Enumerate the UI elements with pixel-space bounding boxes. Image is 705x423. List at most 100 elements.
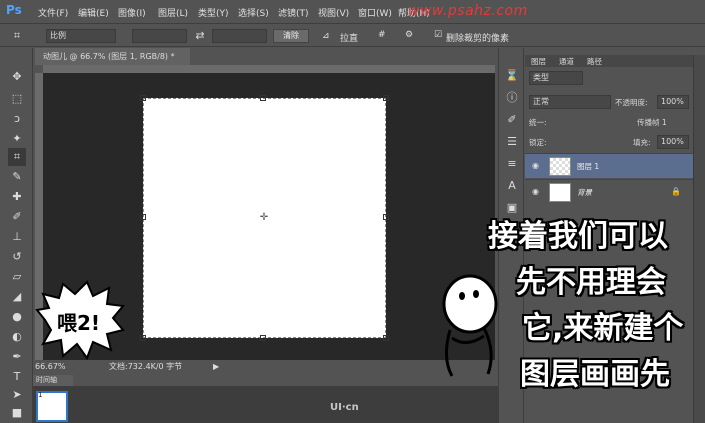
menu-edit[interactable]: 编辑(E) <box>78 6 109 19</box>
crop-handle-left[interactable] <box>140 214 146 220</box>
opacity-field[interactable]: 100% <box>657 95 689 109</box>
crop-center-icon: ✛ <box>259 212 269 223</box>
menu-window[interactable]: 窗口(W) <box>358 6 392 19</box>
menu-filter[interactable]: 滤镜(T) <box>278 6 309 19</box>
brush-panel-icon[interactable]: ✐ <box>504 112 520 128</box>
blend-mode-select[interactable]: 正常 <box>529 95 611 109</box>
layer-row-layer1[interactable]: ◉ 图层 1 <box>525 153 693 178</box>
cartoon-character <box>442 274 498 377</box>
character-panel-icon[interactable]: A <box>504 178 520 194</box>
brush-tool-icon[interactable]: ✐ <box>8 208 26 226</box>
tools-panel: ✥ ⬚ ↄ ✦ ⌗ ✎ ✚ ✐ ⊥ ↺ ▱ ◢ ● ◐ ✒ T ➤ ■ <box>0 48 33 423</box>
type-tool-icon[interactable]: T <box>8 368 26 386</box>
visibility-eye-icon[interactable]: ◉ <box>532 187 542 197</box>
layer-name[interactable]: 背景 <box>577 187 592 198</box>
crop-tool-icon[interactable]: ⌗ <box>8 148 26 166</box>
crop-handle-bottom-left[interactable] <box>140 335 146 341</box>
adjustments-panel-icon[interactable]: ☰ <box>504 134 520 150</box>
crop-handle-bottom[interactable] <box>260 335 266 341</box>
swap-icon[interactable]: ⇄ <box>191 27 209 45</box>
settings-gear-icon[interactable]: ⚙ <box>405 30 413 40</box>
magic-wand-icon[interactable]: ✦ <box>8 130 26 148</box>
panel-tabs: 图层 通道 路径 <box>525 55 693 67</box>
layer-thumbnail <box>549 183 571 202</box>
menu-select[interactable]: 选择(S) <box>238 6 269 19</box>
lock-label: 锁定: <box>529 138 547 147</box>
crop-handle-top-left[interactable] <box>140 95 146 101</box>
watermark: www.psahz.com <box>408 3 528 19</box>
unify-label: 统一: <box>529 118 547 127</box>
menu-image[interactable]: 图像(I) <box>118 6 146 19</box>
frame-number: 1 <box>38 391 43 399</box>
ratio-select[interactable]: 比例 <box>46 29 116 43</box>
tab-paths[interactable]: 路径 <box>587 56 602 67</box>
height-field[interactable] <box>212 29 267 43</box>
delete-cropped-checkbox[interactable]: ☑ <box>434 30 442 40</box>
width-field[interactable] <box>132 29 187 43</box>
visibility-eye-icon[interactable]: ◉ <box>532 161 542 171</box>
pen-tool-icon[interactable]: ✒ <box>8 348 26 366</box>
straighten-icon[interactable]: ⊿ <box>322 31 330 41</box>
bubble-text: 喂2! <box>57 311 100 335</box>
layers-panel: 图层 通道 路径 类型 正常 不透明度: 100% 统一: 传播帧 1 锁定: … <box>525 55 693 210</box>
menu-bar: Ps 文件(F) 编辑(E) 图像(I) 图层(L) 类型(Y) 选择(S) 滤… <box>0 0 705 24</box>
crop-tool-icon[interactable]: ⌗ <box>8 27 26 45</box>
timeline-panel <box>33 386 498 423</box>
layer-thumbnail <box>549 157 571 176</box>
menu-layer[interactable]: 图层(L) <box>158 6 188 19</box>
document-info: 文档:732.4K/0 字节 <box>109 362 183 371</box>
fill-label: 填充: <box>633 138 651 147</box>
channels-panel-icon[interactable]: ≡ <box>504 156 520 172</box>
caption-line-4: 图层画画先 <box>520 357 670 392</box>
eraser-tool-icon[interactable]: ▱ <box>8 268 26 286</box>
lock-icon: 🔒 <box>671 187 681 196</box>
shape-tool-icon[interactable]: ■ <box>8 404 26 422</box>
timeline-tab[interactable]: 时间轴 <box>33 375 73 386</box>
swatches-panel-icon[interactable]: ▣ <box>504 200 520 216</box>
tab-layers[interactable]: 图层 <box>531 56 546 67</box>
path-select-icon[interactable]: ➤ <box>8 386 26 404</box>
healing-brush-icon[interactable]: ✚ <box>8 188 26 206</box>
properties-panel-icon[interactable]: ⓘ <box>504 90 520 106</box>
history-brush-icon[interactable]: ↺ <box>8 248 26 266</box>
blur-tool-icon[interactable]: ● <box>8 308 26 326</box>
dodge-tool-icon[interactable]: ◐ <box>8 328 26 346</box>
photoshop-logo: Ps <box>6 3 22 17</box>
marquee-tool-icon[interactable]: ⬚ <box>8 90 26 108</box>
lasso-tool-icon[interactable]: ↄ <box>8 110 26 128</box>
stamp-tool-icon[interactable]: ⊥ <box>8 228 26 246</box>
grid-overlay-icon[interactable]: # <box>378 30 386 40</box>
caption-line-2: 先不用理会 <box>516 265 666 300</box>
layer-kind-filter[interactable]: 类型 <box>529 71 583 85</box>
menu-file[interactable]: 文件(F) <box>38 6 68 19</box>
crop-handle-top[interactable] <box>260 95 266 101</box>
options-bar: ⌗ 比例 ⇄ 清除 ⊿ 拉直 # ⚙ ☑ 删除裁剪的像素 <box>0 25 705 47</box>
caption-line-3: 它,来新建个 <box>522 311 684 346</box>
document-tab[interactable]: 动图儿 @ 66.7% (图层 1, RGB/8) * <box>35 48 190 65</box>
eyedropper-icon[interactable]: ✎ <box>8 168 26 186</box>
menu-view[interactable]: 视图(V) <box>318 6 349 19</box>
caption-line-1: 接着我们可以 <box>488 219 668 254</box>
tab-channels[interactable]: 通道 <box>559 56 574 67</box>
zoom-level[interactable]: 66.67% <box>35 360 66 374</box>
paint-bucket-icon[interactable]: ◢ <box>8 288 26 306</box>
crop-handle-top-right[interactable] <box>383 95 389 101</box>
fill-field[interactable]: 100% <box>657 135 689 149</box>
speech-bubble: 喂2! <box>35 280 125 360</box>
clear-button[interactable]: 清除 <box>273 29 309 43</box>
crop-handle-right[interactable] <box>383 214 389 220</box>
straighten-label[interactable]: 拉直 <box>340 31 358 44</box>
status-menu-arrow-icon[interactable]: ▶ <box>213 360 219 374</box>
crop-handle-bottom-right[interactable] <box>383 335 389 341</box>
layer-row-background[interactable]: ◉ 背景 🔒 <box>525 179 693 204</box>
uicn-logo: UI·cn <box>330 402 359 413</box>
menu-type[interactable]: 类型(Y) <box>198 6 229 19</box>
propagate-frame-checkbox[interactable]: 传播帧 1 <box>637 117 667 128</box>
status-bar: 66.67% 文档:732.4K/0 字节 ▶ <box>35 360 495 374</box>
layer-name[interactable]: 图层 1 <box>577 161 599 172</box>
move-tool-icon[interactable]: ✥ <box>8 68 26 86</box>
delete-cropped-label: 删除裁剪的像素 <box>446 34 510 44</box>
history-panel-icon[interactable]: ⌛ <box>504 68 520 84</box>
horizontal-ruler <box>43 65 495 73</box>
panel-scrollbar[interactable] <box>693 55 705 423</box>
